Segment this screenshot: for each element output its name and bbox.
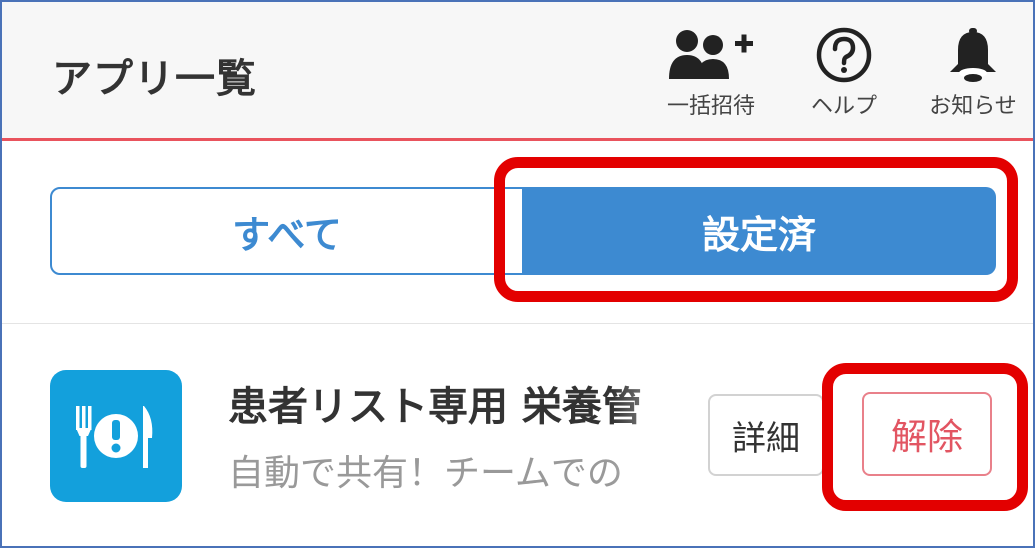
list-item: 患者リスト専用 栄養管 自動で共有！チームでの 詳細 解除 [2, 324, 1033, 546]
release-button[interactable]: 解除 [862, 392, 992, 476]
meal-alert-icon [50, 370, 182, 502]
header-bar: アプリ一覧 一括招待 ヘルプ お知らせ [2, 2, 1033, 141]
app-list-window: アプリ一覧 一括招待 ヘルプ お知らせ すべて 設定済 患者リスト専用 栄養管 … [0, 0, 1035, 548]
page-title: アプリ一覧 [52, 56, 257, 102]
add-users-icon [665, 24, 757, 86]
bulk-invite-label: 一括招待 [666, 94, 755, 119]
help-button[interactable]: ヘルプ [798, 24, 890, 124]
filter-tabs: すべて 設定済 [2, 141, 1033, 324]
help-icon [814, 24, 874, 86]
tab-all[interactable]: すべて [50, 187, 524, 275]
notifications-button[interactable]: お知らせ [920, 24, 1026, 124]
text-fade-overlay [612, 364, 712, 514]
help-label: ヘルプ [810, 94, 877, 119]
tab-configured[interactable]: 設定済 [522, 187, 996, 275]
detail-button[interactable]: 詳細 [708, 394, 824, 476]
bulk-invite-button[interactable]: 一括招待 [658, 24, 764, 124]
notifications-label: お知らせ [929, 94, 1017, 119]
bell-icon [945, 24, 1001, 86]
